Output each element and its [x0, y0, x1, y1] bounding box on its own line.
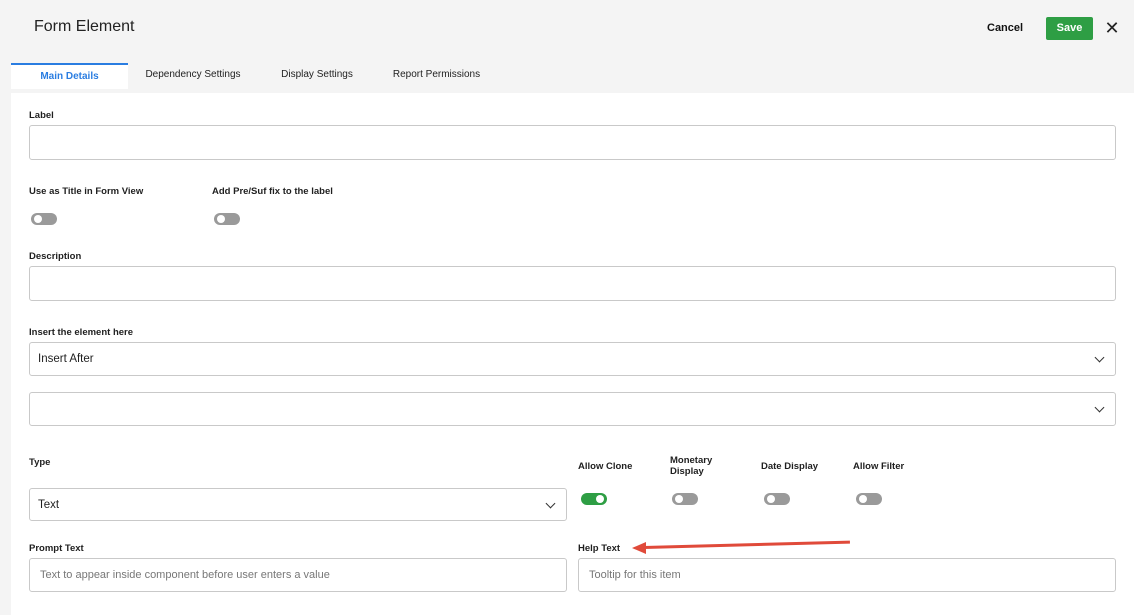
cancel-button[interactable]: Cancel [987, 22, 1023, 34]
date-display-toggle[interactable] [764, 493, 790, 505]
allow-clone-toggle[interactable] [581, 493, 607, 505]
insert-label: Insert the element here [29, 327, 134, 338]
insert-position-select[interactable]: Insert After [29, 342, 1116, 376]
tab-display-settings[interactable]: Display Settings [270, 63, 364, 87]
allow-filter-toggle[interactable] [856, 493, 882, 505]
label-field-label: Label [29, 110, 54, 121]
save-button[interactable]: Save [1046, 17, 1093, 40]
add-fix-label: Add Pre/Suf fix to the label [212, 186, 333, 197]
monetary-display-label: Monetary Display [670, 455, 713, 477]
tab-report-permissions[interactable]: Report Permissions [383, 63, 490, 87]
monetary-display-toggle[interactable] [672, 493, 698, 505]
help-text-label: Help Text [578, 543, 621, 554]
allow-filter-label: Allow Filter [853, 461, 905, 472]
tab-main-details[interactable]: Main Details [11, 63, 128, 89]
prompt-text-placeholder: Text to appear inside component before u… [40, 569, 330, 581]
tab-dependency-settings[interactable]: Dependency Settings [134, 63, 252, 87]
label-input[interactable] [29, 125, 1116, 160]
use-as-title-label: Use as Title in Form View [29, 186, 144, 197]
use-as-title-toggle[interactable] [31, 213, 57, 225]
page-title: Form Element [34, 18, 135, 35]
prompt-text-label: Prompt Text [29, 543, 84, 554]
type-value: Text [38, 498, 60, 511]
allow-clone-label: Allow Clone [578, 461, 633, 472]
prompt-text-input[interactable]: Text to appear inside component before u… [29, 558, 567, 592]
close-icon[interactable]: ✕ [1104, 17, 1120, 39]
chevron-down-icon [545, 498, 556, 508]
help-text-input[interactable]: Tooltip for this item [578, 558, 1116, 592]
chevron-down-icon [1094, 402, 1105, 413]
description-input[interactable] [29, 266, 1116, 301]
chevron-down-icon [1094, 352, 1105, 363]
description-label: Description [29, 251, 82, 262]
help-text-placeholder: Tooltip for this item [589, 569, 681, 581]
add-fix-toggle[interactable] [214, 213, 240, 225]
type-label: Type [29, 457, 51, 468]
insert-position-value: Insert After [38, 353, 94, 365]
insert-element-select[interactable] [29, 392, 1116, 426]
type-select[interactable]: Text [29, 488, 567, 521]
date-display-label: Date Display [761, 461, 819, 472]
